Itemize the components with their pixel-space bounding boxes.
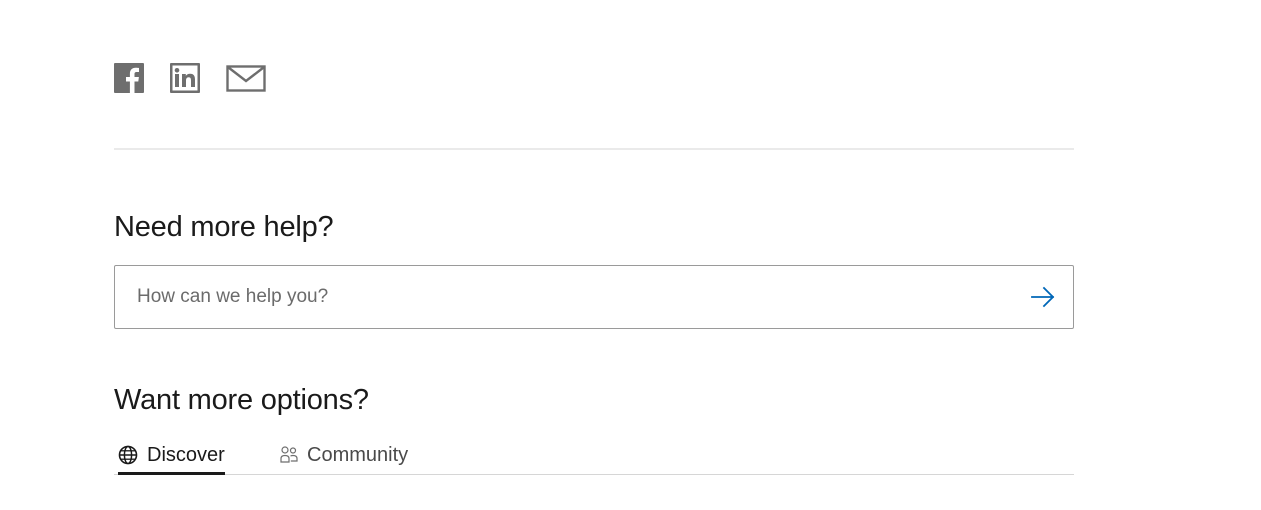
want-more-options-heading: Want more options?	[114, 384, 369, 416]
search-submit-button[interactable]	[1029, 283, 1057, 311]
tab-community-label: Community	[307, 443, 409, 466]
tab-discover-label: Discover	[147, 443, 225, 466]
need-more-help-heading: Need more help?	[114, 211, 334, 243]
options-tab-list: Discover Community	[114, 436, 1074, 475]
arrow-right-icon	[1029, 286, 1057, 314]
linkedin-icon[interactable]	[170, 63, 200, 93]
section-divider	[114, 148, 1074, 150]
share-links	[114, 63, 266, 93]
people-icon	[280, 445, 298, 465]
help-footer-section: Need more help? Want more options?	[0, 0, 1261, 510]
facebook-icon[interactable]	[114, 63, 144, 93]
email-icon[interactable]	[226, 63, 266, 93]
help-search-box	[114, 265, 1074, 329]
tab-community[interactable]: Community	[280, 436, 408, 474]
help-search-input[interactable]	[137, 266, 997, 328]
globe-icon	[118, 445, 138, 465]
tab-discover[interactable]: Discover	[118, 436, 225, 475]
